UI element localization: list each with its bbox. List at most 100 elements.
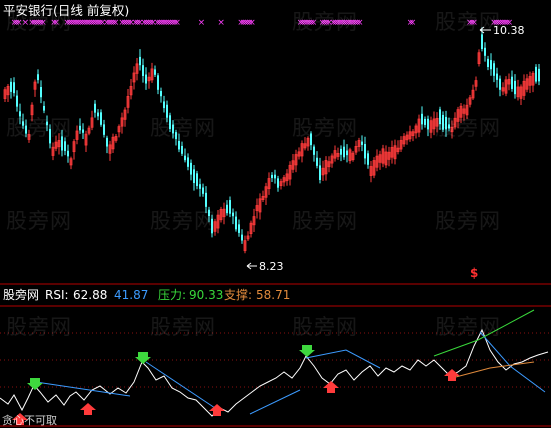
up-signal-arrow (80, 403, 96, 415)
candle-body-down (82, 129, 84, 133)
candle-body-down (367, 153, 369, 165)
candle-body-down (178, 140, 180, 150)
candle-body-down (160, 91, 162, 97)
candle-body-down (448, 124, 450, 129)
candle-body-down (184, 155, 186, 161)
candle-body-down (424, 118, 426, 125)
rsi2-value: 41.87 (114, 288, 149, 302)
pressure-line (305, 349, 381, 369)
candle-body-down (22, 121, 24, 126)
top-signal-marker: × (356, 18, 364, 28)
candle-body-down (202, 187, 204, 194)
candle-body-down (43, 105, 45, 111)
rsi-value: 62.88 (73, 288, 108, 302)
candle-body-down (313, 146, 315, 155)
candle-body-down (496, 73, 498, 80)
top-signal-marker: × (173, 18, 181, 28)
candle-body-down (79, 125, 81, 131)
candle-body-down (157, 75, 159, 90)
candle-body-down (97, 112, 99, 117)
candle-body-down (187, 157, 189, 167)
support-label: 支撑: (224, 288, 253, 302)
candle-body-down (145, 74, 147, 84)
chart-title: 平安银行(日线 前复权) (3, 3, 130, 18)
candle-body-down (106, 137, 108, 147)
top-signal-marker: × (310, 18, 318, 28)
candle-body-down (316, 157, 318, 166)
candle-body-down (37, 74, 39, 81)
candle-body-down (235, 216, 237, 230)
pressure-line (249, 389, 301, 415)
candle-body-down (493, 63, 495, 76)
indicator-name: 股旁网 (3, 288, 40, 302)
up-signal-arrow (323, 381, 339, 393)
footer-partial-text: 贪心不可取 (2, 414, 57, 427)
candle-body-down (154, 69, 156, 75)
rsi-line (0, 328, 549, 417)
candlestick-series[interactable] (3, 27, 540, 254)
candle-body-down (511, 76, 513, 89)
candle-body-down (343, 146, 345, 158)
top-signal-marker: × (409, 18, 417, 28)
candle-body-down (142, 65, 144, 76)
top-signal-marker: × (470, 18, 478, 28)
down-signal-arrow (299, 345, 315, 357)
candle-body-down (277, 178, 279, 188)
signal-marker: $ (470, 266, 479, 280)
support-line (451, 361, 535, 379)
price-high-label: 10.38 (493, 24, 525, 37)
candle-body-down (67, 150, 69, 157)
price-low-label: 8.23 (259, 260, 284, 273)
candle-body-down (25, 125, 27, 134)
candle-body-down (181, 145, 183, 154)
up-signal-arrow (444, 369, 460, 381)
signal-arrows (12, 345, 460, 425)
top-signal-marker: × (248, 18, 256, 28)
candle-body-down (226, 204, 228, 214)
candle-body-down (103, 124, 105, 135)
candle-body-down (274, 174, 276, 179)
candle-body-down (241, 234, 243, 241)
candle-body-down (346, 150, 348, 156)
candle-body-down (490, 60, 492, 70)
rsi-indicator-lines (0, 309, 549, 417)
candle-body-down (271, 174, 273, 179)
candle-body-down (49, 128, 51, 144)
candle-body-down (439, 109, 441, 125)
candle-body-down (163, 101, 165, 109)
candle-body-down (364, 144, 366, 159)
candle-body-down (208, 209, 210, 216)
candle-body-down (19, 111, 21, 117)
candle-body-down (484, 47, 486, 56)
candle-body-down (169, 115, 171, 130)
candle-body-down (481, 34, 483, 49)
grid-lines (0, 283, 551, 427)
candlestick-chart-canvas[interactable]: ××× × ×××××× ×× ×××××××××××××××××××××× ××××××… (0, 0, 551, 427)
candle-body-down (139, 56, 141, 66)
candle-body-down (46, 121, 48, 126)
support-value: 58.71 (256, 288, 291, 302)
candle-body-down (16, 95, 18, 107)
rsi-label: RSI: (45, 288, 69, 302)
top-signal-marker: × (39, 18, 47, 28)
top-signal-markers: ××× × ×××××× ×× ×××××××××××××××××××××× ××××××… (11, 18, 514, 28)
candle-body-down (487, 58, 489, 68)
candle-body-down (442, 114, 444, 130)
candle-body-down (310, 133, 312, 146)
top-signal-marker: × (52, 18, 60, 28)
candle-body-down (538, 68, 540, 82)
down-signal-arrow (135, 352, 151, 364)
candle-body-down (61, 136, 63, 151)
candle-body-down (445, 116, 447, 130)
candle-body-down (238, 224, 240, 233)
candle-body-down (232, 212, 234, 217)
top-signal-marker: × (217, 18, 225, 28)
candle-body-down (166, 104, 168, 118)
candle-body-down (421, 113, 423, 125)
candle-body-down (199, 184, 201, 189)
candle-body-down (205, 192, 207, 207)
top-signal-marker: × (198, 18, 206, 28)
candle-body-down (319, 165, 321, 180)
pressure-line (145, 361, 219, 411)
candle-body-down (100, 112, 102, 125)
